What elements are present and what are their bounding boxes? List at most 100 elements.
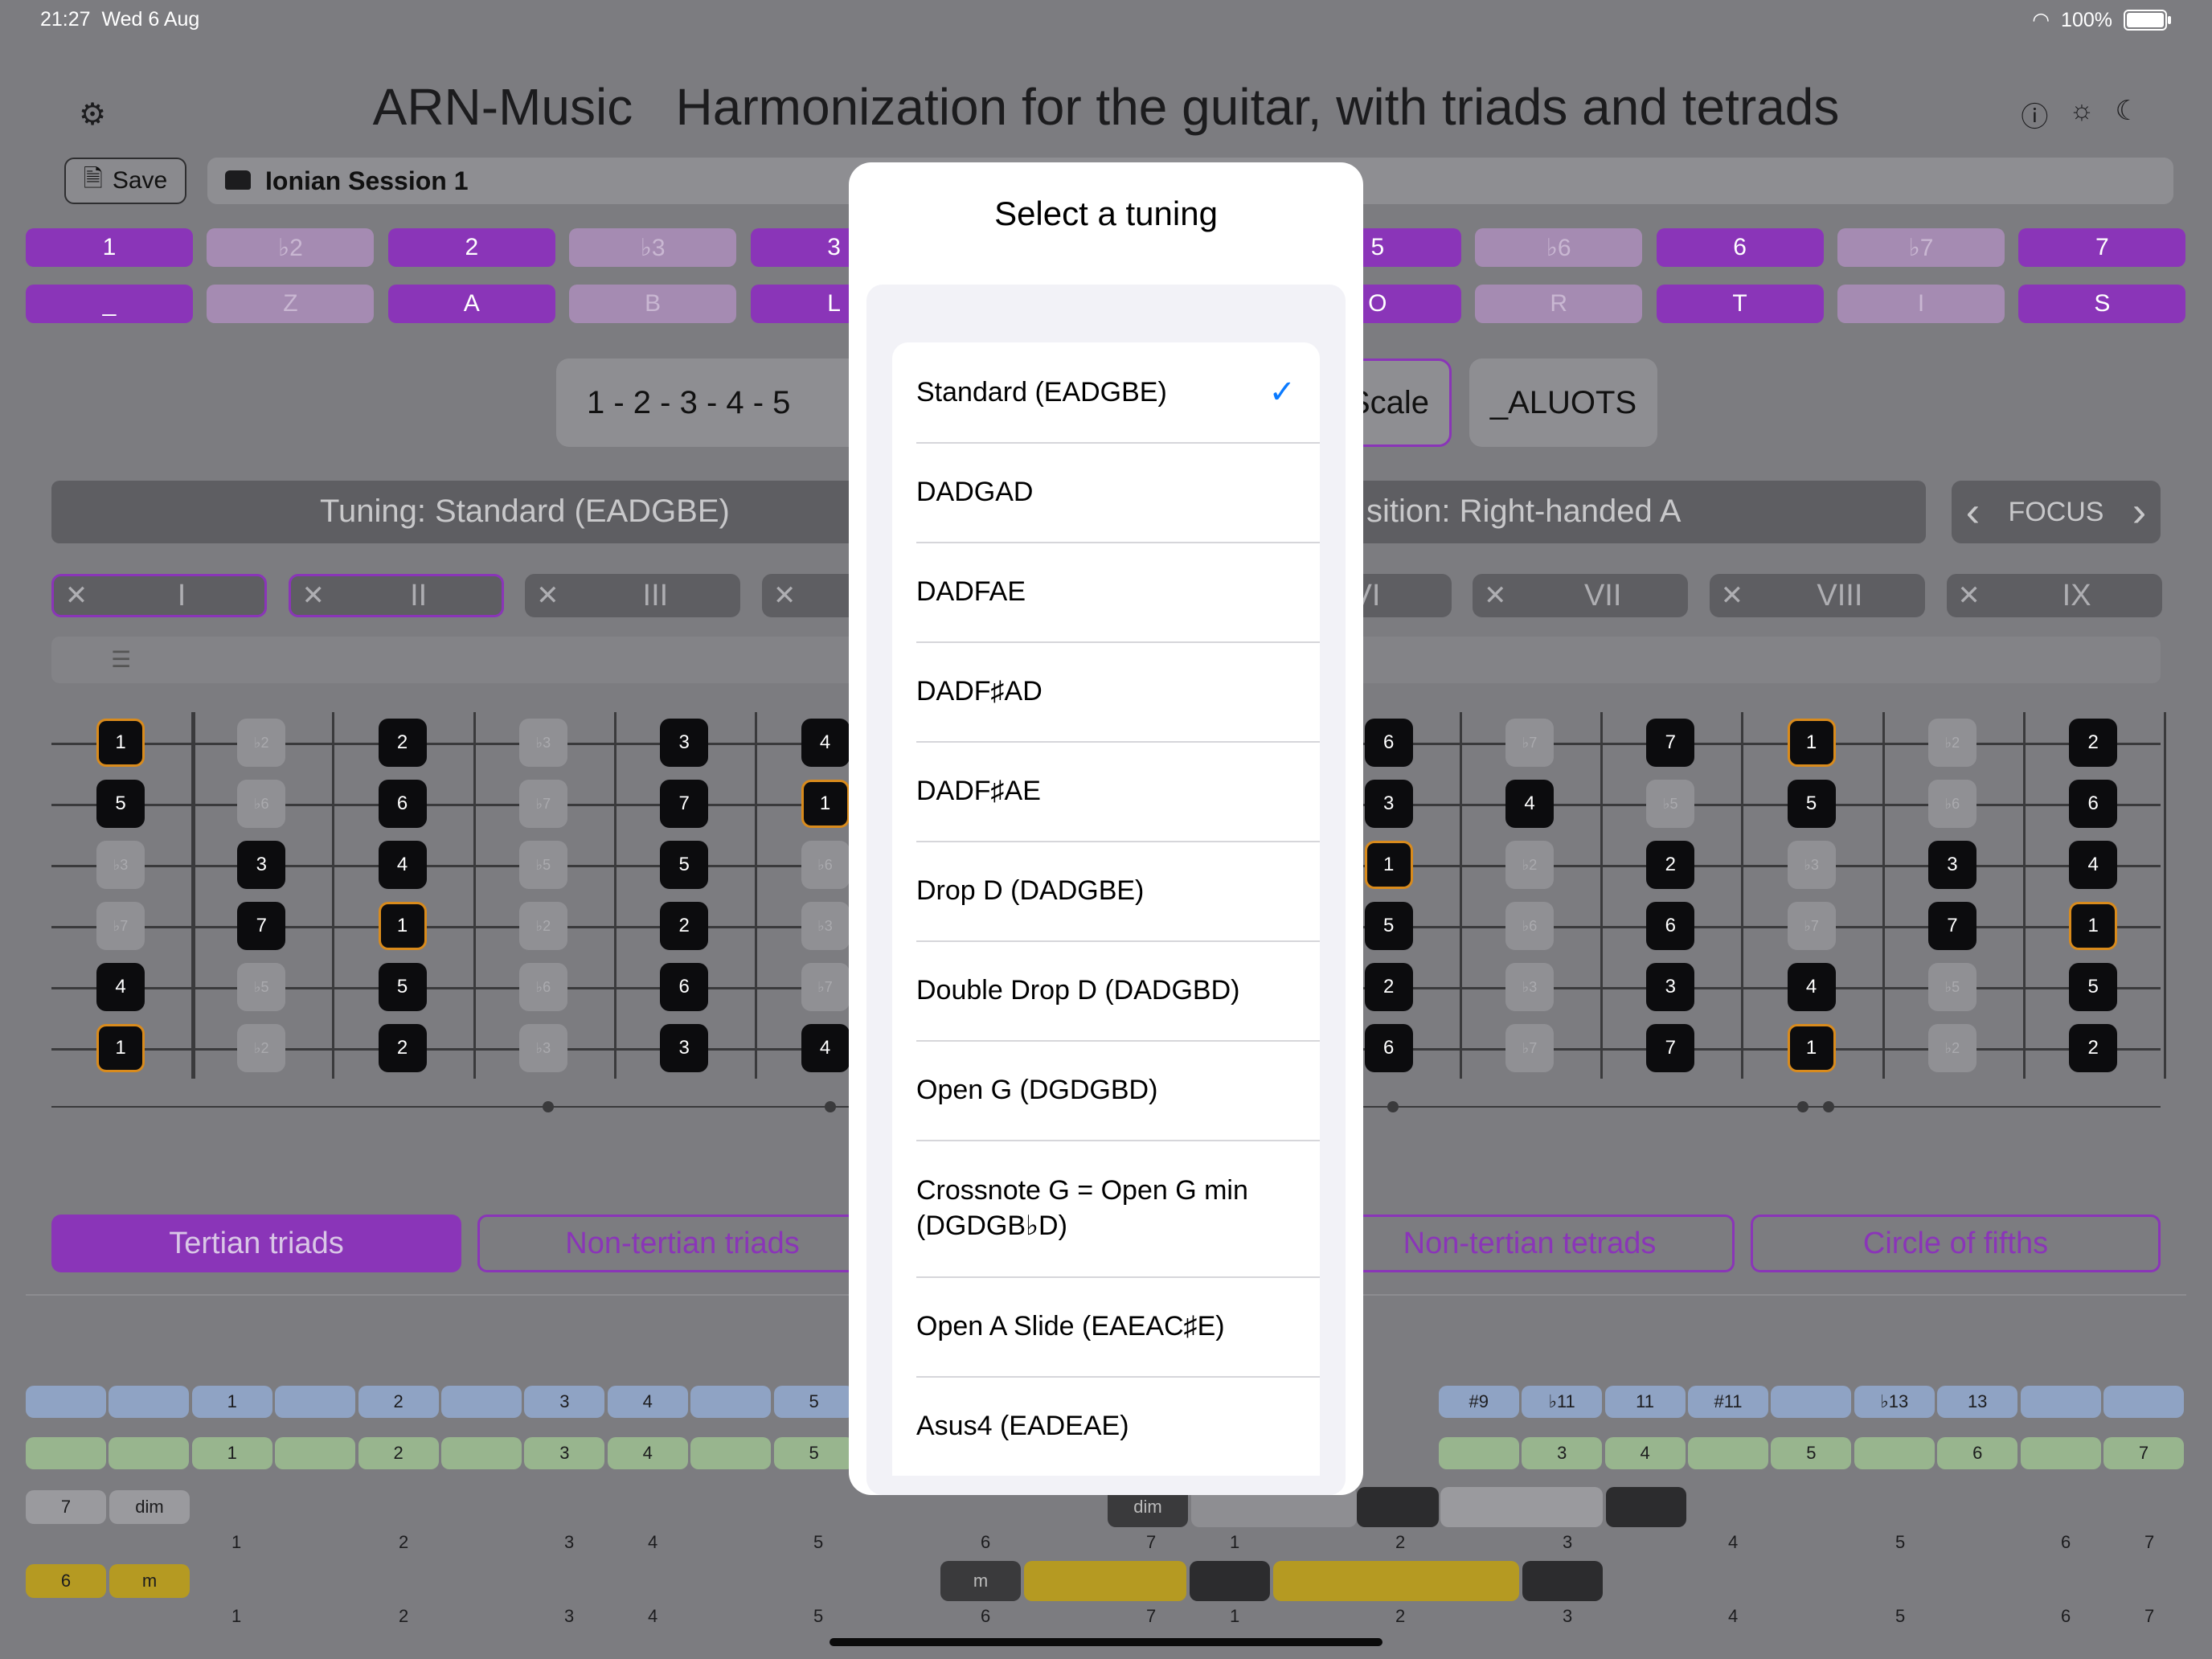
fret-note[interactable]: 7 [660,780,709,828]
position-chip-2[interactable]: ✕ III [525,574,741,617]
interval-cell[interactable]: 6 [1937,1437,2018,1469]
fret-note[interactable]: ♭3 [1787,841,1836,889]
fret-note[interactable]: 4 [1787,963,1836,1011]
fret-note[interactable]: 1 [96,719,145,767]
position-chip-6[interactable]: ✕ VII [1473,574,1689,617]
fret-note[interactable]: 2 [378,719,427,767]
sun-icon[interactable]: ☼ [2069,95,2094,134]
fret-note[interactable]: ♭7 [1505,719,1554,767]
fret-note[interactable]: 1 [96,1024,145,1072]
degree-letter-button-9[interactable]: T [1656,285,1824,323]
fret-note[interactable]: ♭7 [1505,1024,1554,1072]
position-chip-8[interactable]: ✕ IX [1946,574,2162,617]
tab-1[interactable]: Non-tertian triads [477,1215,887,1272]
close-icon[interactable]: ✕ [1947,580,1992,612]
interval-cell[interactable]: 2 [358,1437,439,1469]
chord-bar[interactable] [1273,1561,1519,1601]
chord-quality[interactable]: m [109,1564,190,1598]
fret-note[interactable]: 3 [237,841,286,889]
degree-button-3[interactable]: ♭3 [569,228,737,267]
fret-note[interactable]: ♭6 [237,780,286,828]
interval-cell[interactable] [26,1386,106,1418]
tab-0[interactable]: Tertian triads [51,1215,461,1272]
position-chip-0[interactable]: ✕ I [51,574,267,617]
fret-note[interactable]: 4 [96,963,145,1011]
degree-button-9[interactable]: 6 [1656,228,1824,267]
close-icon[interactable]: ✕ [1710,580,1755,612]
fret-note[interactable]: 2 [378,1024,427,1072]
tuning-option-8[interactable]: Crossnote G = Open G min (DGDGB♭D) [892,1140,1320,1276]
fret-note[interactable]: 6 [1364,1024,1413,1072]
interval-cell[interactable] [690,1437,772,1469]
interval-cell[interactable]: 5 [773,1437,854,1469]
interval-cell[interactable] [441,1386,522,1418]
position-label[interactable]: sition: Right-handed A [1366,494,1681,530]
fret-note[interactable]: 6 [1646,902,1695,950]
fret-note[interactable]: ♭7 [801,963,850,1011]
info-icon[interactable]: ⓘ [2021,95,2048,134]
interval-cell[interactable] [2020,1437,2101,1469]
interval-cell[interactable]: ♭13 [1854,1386,1935,1418]
tuning-option-2[interactable]: DADFAE [892,542,1320,641]
fret-note[interactable]: 6 [378,780,427,828]
fret-note[interactable]: 2 [2069,719,2118,767]
fret-note[interactable]: 3 [1364,780,1413,828]
chevron-left-icon[interactable]: ‹ [1966,488,1980,536]
fret-note[interactable]: 5 [1364,902,1413,950]
interval-cell[interactable] [1771,1386,1852,1418]
tuning-option-7[interactable]: Open G (DGDGBD) [892,1040,1320,1140]
fret-note[interactable]: ♭7 [518,780,567,828]
interval-cell[interactable] [109,1437,190,1469]
chord-bar[interactable] [1190,1561,1270,1601]
fret-note[interactable]: 3 [1927,841,1976,889]
fret-note[interactable]: ♭2 [1505,841,1554,889]
moon-icon[interactable]: ☾ [2116,95,2140,134]
fret-note[interactable]: 4 [2069,841,2118,889]
interval-cell[interactable] [441,1437,522,1469]
interval-cell[interactable] [1688,1437,1768,1469]
interval-cell[interactable] [275,1437,356,1469]
fret-note[interactable]: ♭6 [1927,780,1976,828]
fret-note[interactable]: ♭2 [237,719,286,767]
interval-cell[interactable]: 7 [2103,1437,2184,1469]
fret-note[interactable]: ♭5 [518,841,567,889]
interval-cell[interactable]: 1 [191,1386,272,1418]
degree-letter-button-2[interactable]: A [387,285,555,323]
interval-cell[interactable] [2103,1386,2184,1418]
fret-note[interactable]: 6 [2069,780,2118,828]
fret-note[interactable]: 5 [1787,780,1836,828]
degree-letter-button-10[interactable]: I [1837,285,2005,323]
interval-cell[interactable] [1854,1437,1935,1469]
chord-quality[interactable]: dim [109,1490,190,1524]
interval-cell[interactable]: 4 [1604,1437,1686,1469]
fret-note[interactable]: ♭2 [237,1024,286,1072]
fret-note[interactable]: 5 [96,780,145,828]
fret-note[interactable]: 1 [801,780,850,828]
degree-letter-button-1[interactable]: Z [207,285,375,323]
fret-note[interactable]: 4 [801,1024,850,1072]
focus-control[interactable]: ‹ FOCUS › [1952,481,2161,543]
degree-letter-button-0[interactable]: _ [26,285,193,323]
tuning-option-6[interactable]: Double Drop D (DADGBD) [892,940,1320,1040]
interval-cell[interactable] [1438,1437,1519,1469]
interval-cell[interactable]: 3 [1522,1437,1603,1469]
interval-cell[interactable]: 1 [191,1437,272,1469]
fret-note[interactable]: ♭5 [237,963,286,1011]
chord-degree[interactable]: 6 [26,1564,106,1598]
fret-note[interactable]: ♭5 [1646,780,1695,828]
fret-note[interactable]: 7 [1646,1024,1695,1072]
fret-note[interactable]: ♭3 [518,719,567,767]
fret-note[interactable]: ♭3 [96,841,145,889]
interval-cell[interactable]: 11 [1604,1386,1686,1418]
tuning-option-3[interactable]: DADF♯AD [892,641,1320,741]
fret-note[interactable]: 5 [660,841,709,889]
fret-note[interactable]: ♭3 [518,1024,567,1072]
fret-note[interactable]: ♭6 [801,841,850,889]
degree-button-11[interactable]: 7 [2018,228,2186,267]
fret-note[interactable]: ♭5 [1927,963,1976,1011]
tuning-option-9[interactable]: Open A Slide (EAEAC♯E) [892,1276,1320,1376]
fret-note[interactable]: 2 [1646,841,1695,889]
interval-cell[interactable]: 3 [524,1437,605,1469]
interval-cell[interactable]: #9 [1438,1386,1519,1418]
save-button[interactable]: 🗎 Save [64,158,186,204]
